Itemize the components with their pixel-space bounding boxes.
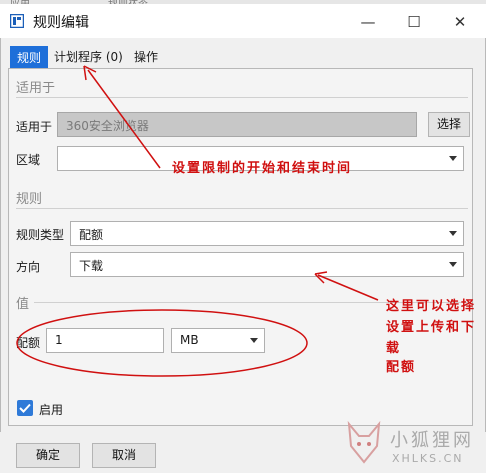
annotation-note-1: 设置限制的开始和结束时间 xyxy=(172,161,353,176)
watermark-text: 小狐狸网 xyxy=(390,430,474,451)
annotation-overlay xyxy=(16,65,379,377)
annotation-note-2-line-4: 配额 xyxy=(386,360,417,375)
annotation-ellipse xyxy=(16,309,308,377)
annotation-arrow-1 xyxy=(87,69,161,169)
annotation-note-2-line-2: 设置上传和下 xyxy=(386,320,477,335)
annotation-note-2-line-3: 载 xyxy=(386,341,402,356)
watermark-url: XHLKS.CN xyxy=(392,452,464,465)
fox-logo-icon xyxy=(345,420,383,466)
annotation-arrow-2 xyxy=(317,274,379,301)
annotation-note-2-line-1: 这里可以选择 xyxy=(386,299,477,314)
